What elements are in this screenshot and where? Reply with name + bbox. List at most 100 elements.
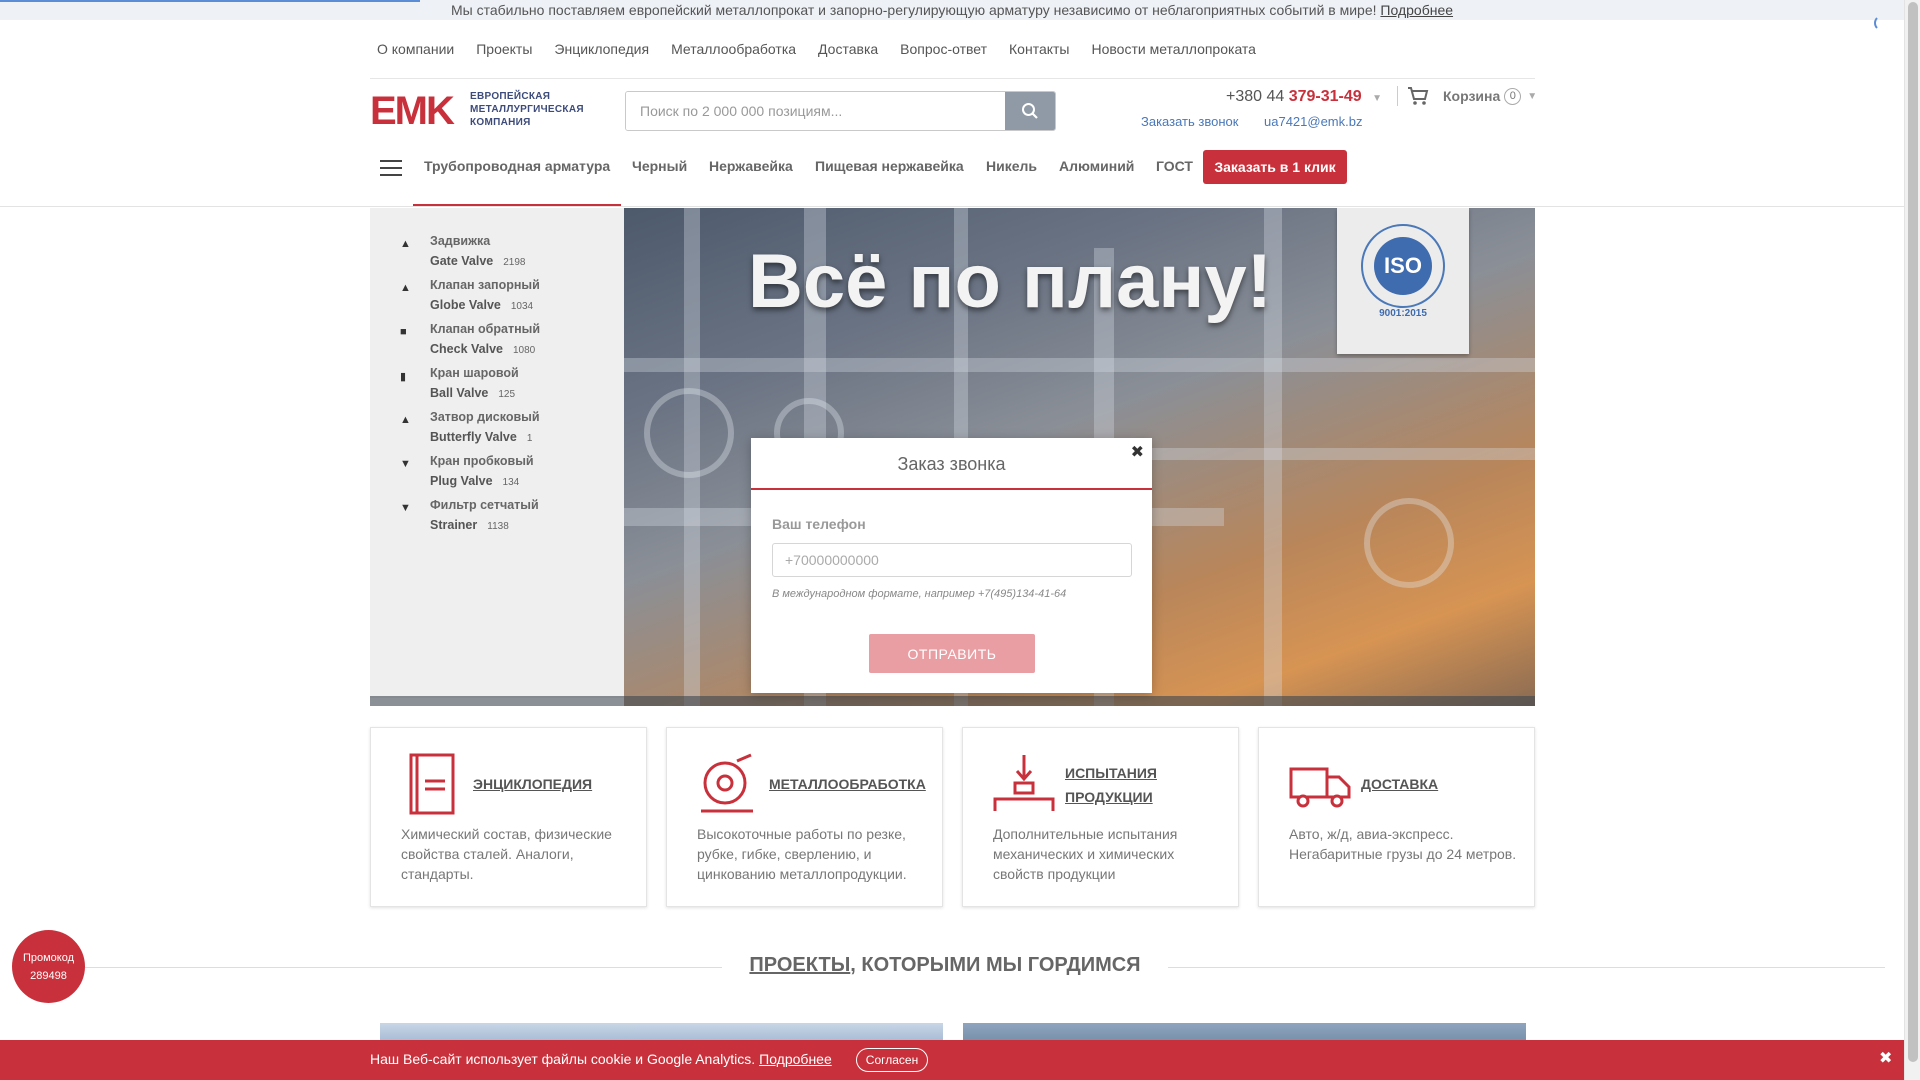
email-link[interactable]: ua7421@emk.bz — [1264, 114, 1362, 129]
list-item[interactable]: ▮ Кран шаровой Ball Valve 125 — [400, 366, 615, 406]
butterfly-valve-icon: ▲ — [400, 414, 411, 426]
card-testing[interactable]: ИСПЫТАНИЯ ПРОДУКЦИИ Дополнительные испыт… — [962, 727, 1239, 907]
cat-aluminium[interactable]: Алюминий — [1059, 158, 1134, 174]
modal-title: Заказ звонка — [751, 438, 1152, 490]
chevron-down-icon[interactable]: ▼ — [1372, 93, 1382, 104]
cookie-bar: Наш Веб-сайт использует файлы cookie и G… — [0, 1040, 1904, 1080]
card-title[interactable]: ИСПЫТАНИЯ ПРОДУКЦИИ — [1065, 761, 1235, 809]
search-input[interactable] — [626, 92, 1005, 130]
testing-icon — [993, 755, 1055, 811]
iso-certificate-badge: ISO 9001:2015 — [1337, 208, 1469, 354]
cart-button[interactable]: Корзина 0 ▼ — [1407, 86, 1537, 106]
card-title[interactable]: ДОСТАВКА — [1361, 772, 1531, 796]
card-encyclopedia[interactable]: ЭНЦИКЛОПЕДИЯ Химический состав, физическ… — [370, 727, 647, 907]
category-count: 125 — [498, 389, 516, 400]
list-item[interactable]: ■ Клапан обратный Check Valve 1080 — [400, 322, 615, 362]
category-count: 1138 — [487, 521, 509, 532]
book-icon — [409, 753, 455, 815]
card-description: Химический состав, физические свойства с… — [401, 826, 612, 882]
list-item[interactable]: ▲ Затвор дисковый Butterfly Valve 1 — [400, 410, 615, 450]
topnav-projects[interactable]: Проекты — [469, 38, 539, 62]
strainer-icon: ▼ — [400, 502, 411, 514]
iso-globe: ISO — [1374, 237, 1432, 295]
topnav-delivery[interactable]: Доставка — [811, 38, 885, 62]
projects-heading: ПРОЕКТЫ, КОТОРЫМИ МЫ ГОРДИМСЯ — [722, 954, 1168, 977]
card-delivery[interactable]: ДОСТАВКА Авто, ж/д, авиа-экспресс. Негаб… — [1258, 727, 1535, 907]
plug-valve-icon: ▼ — [400, 458, 411, 470]
category-name-ru: Фильтр сетчатый — [430, 498, 539, 512]
category-name-ru: Кран пробковый — [430, 454, 534, 468]
category-count: 1080 — [512, 345, 536, 356]
globe-valve-icon: ▲ — [400, 282, 411, 294]
close-icon[interactable]: ✖ — [1879, 1048, 1892, 1068]
card-description: Авто, ж/д, авиа-экспресс. Негабаритные г… — [1289, 826, 1517, 862]
cookie-more-link[interactable]: Подробнее — [759, 1051, 832, 1067]
card-description: Высокоточные работы по резке, рубке, гиб… — [697, 826, 907, 882]
saw-icon — [701, 753, 753, 813]
promo-code: 289498 — [30, 969, 67, 982]
check-valve-icon: ■ — [400, 326, 407, 338]
service-cards: ЭНЦИКЛОПЕДИЯ Химический состав, физическ… — [370, 727, 1535, 907]
logo-line3: КОМПАНИЯ — [470, 117, 531, 128]
scrollbar-thumb[interactable] — [1908, 2, 1918, 1062]
top-navigation: О компании Проекты Энциклопедия Металлоо… — [370, 38, 1535, 62]
topnav-about[interactable]: О компании — [370, 38, 461, 62]
order-one-click-button[interactable]: Заказать в 1 клик — [1203, 150, 1347, 184]
submit-button[interactable]: ОТПРАВИТЬ — [869, 634, 1035, 673]
category-count: 134 — [502, 477, 520, 488]
divider — [1397, 86, 1398, 106]
cat-gost[interactable]: ГОСТ — [1156, 158, 1193, 174]
spinner-icon — [1874, 15, 1890, 31]
logo-line1: ЕВРОПЕЙСКАЯ — [470, 91, 551, 102]
logo-text: ЕВРОПЕЙСКАЯ МЕТАЛЛУРГИЧЕСКАЯ КОМПАНИЯ — [470, 90, 584, 129]
topnav-contacts[interactable]: Контакты — [1002, 38, 1076, 62]
category-name-ru: Клапан запорный — [430, 278, 540, 292]
list-item[interactable]: ▼ Кран пробковый Plug Valve 134 — [400, 454, 615, 494]
topnav-news[interactable]: Новости металлопроката — [1085, 38, 1263, 62]
gate-valve-icon: ▲ — [400, 238, 411, 250]
list-item[interactable]: ▲ Клапан запорный Globe Valve 1034 — [400, 278, 615, 318]
callback-link[interactable]: Заказать звонок — [1141, 114, 1238, 129]
search-icon — [1022, 103, 1038, 119]
cat-pipeline-valves[interactable]: Трубопроводная арматура — [424, 158, 610, 174]
notice-bar: Мы стабильно поставляем европейский мета… — [0, 0, 1904, 20]
hero-bottom-strip — [370, 696, 1535, 706]
search-box — [625, 91, 1056, 131]
card-title[interactable]: МЕТАЛЛООБРАБОТКА — [769, 772, 939, 796]
promo-code-badge[interactable]: Промокод 289498 — [12, 930, 85, 1003]
projects-link[interactable]: ПРОЕКТЫ — [749, 954, 850, 976]
card-title[interactable]: ЭНЦИКЛОПЕДИЯ — [473, 772, 643, 796]
logo-line2: МЕТАЛЛУРГИЧЕСКАЯ — [470, 104, 584, 115]
truck-icon — [1289, 767, 1351, 808]
topnav-metalworking[interactable]: Металлообработка — [664, 38, 803, 62]
projects-heading-rest: , КОТОРЫМИ МЫ ГОРДИМСЯ — [850, 954, 1141, 976]
phone-input[interactable] — [772, 543, 1132, 577]
category-menu: Трубопроводная арматура Черный Нержавейк… — [370, 148, 1535, 208]
topnav-encyclopedia[interactable]: Энциклопедия — [547, 38, 656, 62]
phone-label: Ваш телефон — [772, 516, 866, 532]
chevron-down-icon: ▼ — [1527, 90, 1538, 102]
ball-valve-icon: ▮ — [400, 371, 407, 383]
card-metalworking[interactable]: МЕТАЛЛООБРАБОТКА Высокоточные работы по … — [666, 727, 943, 907]
list-item[interactable]: ▼ Фильтр сетчатый Strainer 1138 — [400, 498, 615, 538]
notice-more-link[interactable]: Подробнее — [1380, 2, 1453, 18]
category-count: 1 — [526, 433, 533, 444]
topnav-faq[interactable]: Вопрос-ответ — [893, 38, 994, 62]
logo[interactable]: EMK ЕВРОПЕЙСКАЯ МЕТАЛЛУРГИЧЕСКАЯ КОМПАНИ… — [370, 90, 606, 131]
phone-number[interactable]: +380 44 379-31-49 ▼ — [1226, 88, 1382, 106]
cat-nickel[interactable]: Никель — [986, 158, 1037, 174]
close-icon[interactable]: ✖ — [1131, 442, 1144, 462]
cat-stainless[interactable]: Нержавейка — [709, 158, 793, 174]
burger-icon[interactable] — [380, 160, 402, 176]
promo-label: Промокод — [22, 951, 75, 964]
phone-prefix: +380 44 — [1226, 88, 1285, 105]
scrollbar[interactable] — [1904, 0, 1920, 1080]
cart-icon — [1408, 87, 1429, 105]
page-loader — [0, 0, 420, 2]
cookie-agree-button[interactable]: Согласен — [856, 1048, 928, 1072]
cat-black-metal[interactable]: Черный — [632, 158, 687, 174]
cat-food-stainless[interactable]: Пищевая нержавейка — [815, 158, 964, 174]
list-item[interactable]: ▲ Задвижка Gate Valve 2198 — [400, 234, 615, 274]
valve-category-list: ▲ Задвижка Gate Valve 2198 ▲ Клапан запор… — [370, 208, 624, 698]
search-button[interactable] — [1005, 92, 1055, 130]
